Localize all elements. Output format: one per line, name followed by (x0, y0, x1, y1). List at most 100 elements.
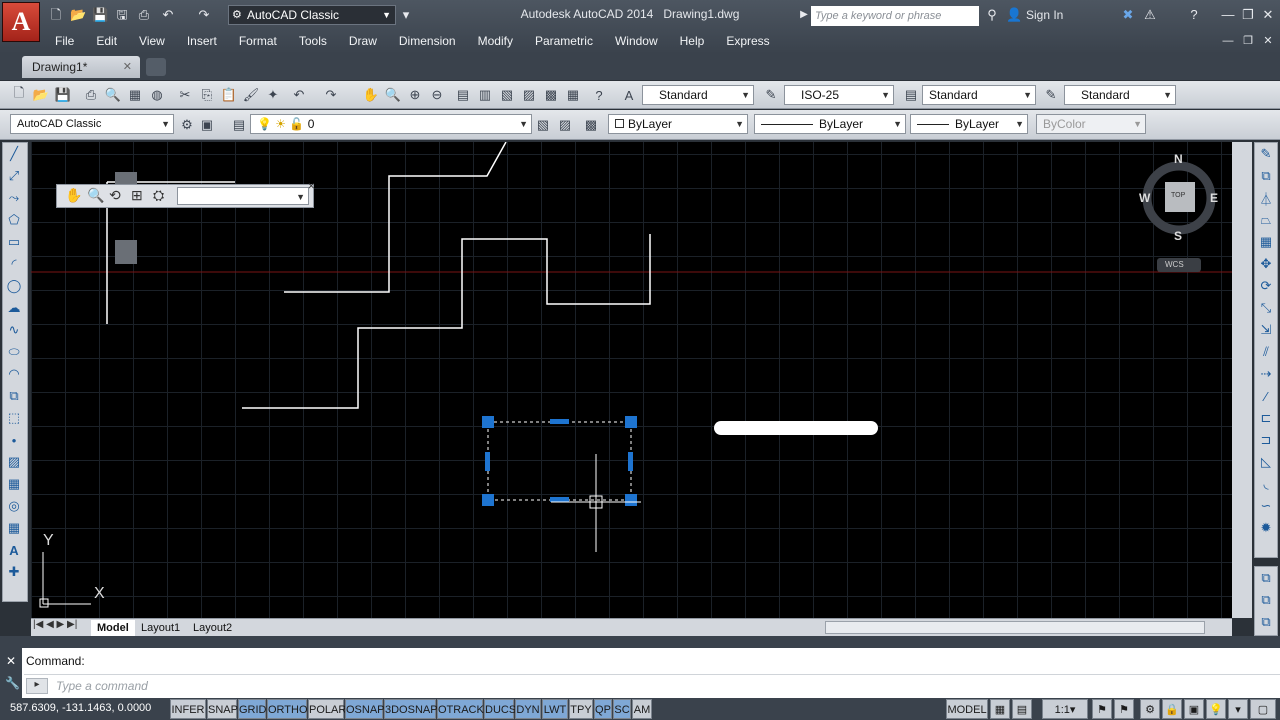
color-select[interactable]: ByLayer ▼ (608, 114, 748, 134)
chamfer-icon[interactable]: ◺ (1255, 451, 1277, 473)
make-current-layer-icon[interactable]: ▧ (534, 114, 552, 136)
lineweight-select[interactable]: ByLayer ▼ (910, 114, 1028, 134)
expand-search-icon[interactable]: ▶ (796, 7, 812, 23)
clean-screen-icon[interactable]: ▢ (1250, 699, 1276, 719)
toggle-qp[interactable]: QP (594, 699, 612, 719)
viewcube-west[interactable]: W (1139, 191, 1150, 205)
status-menu-icon[interactable]: ▾ (1228, 699, 1248, 719)
cut-icon[interactable]: ✂ (176, 84, 194, 106)
toggle-infer[interactable]: INFER (170, 699, 206, 719)
new-tab-button[interactable] (146, 58, 166, 76)
pan-icon[interactable]: ✋ (65, 187, 82, 204)
help-icon[interactable]: ? (1186, 7, 1202, 23)
workspace-settings-icon[interactable]: ⚙ (178, 114, 196, 136)
tab-layout1[interactable]: Layout1 (135, 620, 186, 636)
zoom-extents-icon[interactable]: ⊞ (131, 187, 143, 204)
workspace-select[interactable]: ⚙ AutoCAD Classic ▼ (228, 5, 396, 25)
circle-icon[interactable]: ◯ (3, 275, 25, 297)
tab-drawing1[interactable]: Drawing1* ✕ (22, 56, 140, 78)
grip-corner-tr[interactable] (625, 416, 637, 428)
layer-previous-icon[interactable]: ▨ (556, 114, 574, 136)
redo-icon[interactable]: ↷ (322, 84, 340, 106)
vertical-scrollbar[interactable] (1232, 142, 1252, 618)
bring-to-front-icon[interactable]: ⧉ (1255, 567, 1277, 589)
steering-wheel-icon[interactable]: ⛭ (153, 187, 164, 204)
open-icon[interactable]: 📂 (32, 84, 50, 106)
exchange-icon[interactable]: ✖ (1120, 7, 1136, 23)
minimize-button[interactable]: — (1218, 6, 1238, 24)
block-editor-icon[interactable]: ✦ (264, 84, 282, 106)
zoom-realtime-icon[interactable]: 🔍 (384, 84, 402, 106)
auto-scale-icon[interactable]: ⚑ (1114, 699, 1134, 719)
dim-style-icon[interactable]: ✎ (762, 84, 780, 106)
revision-cloud-icon[interactable]: ☁ (3, 297, 25, 319)
copy-object-icon[interactable]: ⧉ (1255, 165, 1277, 187)
close-toolbar-icon[interactable]: ✕ (307, 181, 315, 192)
annotation-visibility-icon[interactable]: ⚑ (1092, 699, 1112, 719)
plot-icon[interactable]: ⎙ (136, 7, 152, 23)
copy-icon[interactable]: ⎘ (198, 84, 216, 106)
menu-modify[interactable]: Modify (467, 32, 524, 50)
rectangle-icon[interactable]: ▭ (3, 231, 25, 253)
grip-mid-top[interactable] (550, 419, 569, 424)
pan-icon[interactable]: ✋ (362, 84, 380, 106)
menu-express[interactable]: Express (715, 32, 780, 50)
doc-minimize-button[interactable]: — (1218, 32, 1238, 50)
toggle-snap[interactable]: SNAP (207, 699, 238, 719)
scale-icon[interactable]: ⤡ (1255, 297, 1277, 319)
polygon-icon[interactable]: ⬠ (3, 209, 25, 231)
save-icon[interactable]: 💾 (54, 84, 72, 106)
workspace-switch-icon[interactable]: ⚙ (1140, 699, 1160, 719)
command-input[interactable]: ▸ Type a command (24, 674, 1280, 696)
text-style-icon[interactable]: A (620, 84, 638, 106)
stretch-icon[interactable]: ⇲ (1255, 319, 1277, 341)
ellipse-arc-icon[interactable]: ◠ (3, 363, 25, 385)
quickcalc-icon[interactable]: ▦ (564, 84, 582, 106)
quick-view-layouts-icon[interactable]: ▦ (990, 699, 1010, 719)
viewcube-south[interactable]: S (1174, 229, 1182, 243)
grip-mid-bottom[interactable] (550, 497, 569, 502)
plot-icon[interactable]: ⎙ (82, 84, 100, 106)
close-tab-icon[interactable]: ✕ (123, 56, 132, 78)
mtext-icon[interactable]: A (3, 539, 25, 561)
undo-icon[interactable]: ↶ (290, 84, 308, 106)
linetype-select[interactable]: ByLayer ▼ (754, 114, 906, 134)
make-block-icon[interactable]: ⬚ (3, 407, 25, 429)
save-as-icon[interactable]: 🖫 (114, 7, 130, 23)
grip-mid-left[interactable] (485, 452, 490, 471)
workspace-toolbar-select[interactable]: AutoCAD Classic ▼ (10, 114, 174, 134)
quick-view-drawings-icon[interactable]: ▤ (1012, 699, 1032, 719)
table-style-select[interactable]: Standard ▼ (922, 85, 1036, 105)
table-style-icon[interactable]: ▤ (902, 84, 920, 106)
toggle-ortho[interactable]: ORTHO (267, 699, 308, 719)
coordinate-readout[interactable]: 587.6309, -131.1463, 0.0000 (10, 702, 151, 714)
break-at-point-icon[interactable]: ⁄ (1255, 385, 1277, 407)
hardware-acceleration-icon[interactable]: ▣ (1184, 699, 1204, 719)
toggle-grid[interactable]: GRID (238, 699, 267, 719)
table-icon[interactable]: ▦ (3, 517, 25, 539)
design-center-icon[interactable]: ▥ (476, 84, 494, 106)
menu-file[interactable]: File (44, 32, 85, 50)
menu-format[interactable]: Format (228, 32, 288, 50)
undo-icon[interactable]: ↶ (160, 7, 176, 23)
customize-wrench-icon[interactable]: 🔧 (5, 676, 20, 690)
command-prompt-icon[interactable]: ▸ (26, 678, 48, 694)
redo-icon[interactable]: ↷ (196, 7, 212, 23)
extend-icon[interactable]: ⇢ (1255, 363, 1277, 385)
layer-state-icon[interactable]: ▩ (582, 114, 600, 136)
view-select[interactable]: ▼ (177, 187, 309, 205)
qnew-icon[interactable]: 🗋 (10, 84, 28, 106)
customize-qat-icon[interactable]: ▾ (398, 7, 414, 23)
explode-icon[interactable]: ✹ (1255, 517, 1277, 539)
menu-help[interactable]: Help (669, 32, 716, 50)
application-menu-button[interactable]: A (2, 2, 40, 42)
break-icon[interactable]: ⊏ (1255, 407, 1277, 429)
isolate-objects-icon[interactable]: 💡 (1206, 699, 1226, 719)
fillet-icon[interactable]: ◟ (1255, 473, 1277, 495)
polyline-icon[interactable]: ⤳ (3, 187, 25, 209)
menu-insert[interactable]: Insert (176, 32, 228, 50)
toggle-polar[interactable]: POLAR (308, 699, 346, 719)
blend-curves-icon[interactable]: ∽ (1255, 495, 1277, 517)
offset-icon[interactable]: ⏢ (1255, 209, 1277, 231)
send-to-back-icon[interactable]: ⧉ (1255, 589, 1277, 611)
